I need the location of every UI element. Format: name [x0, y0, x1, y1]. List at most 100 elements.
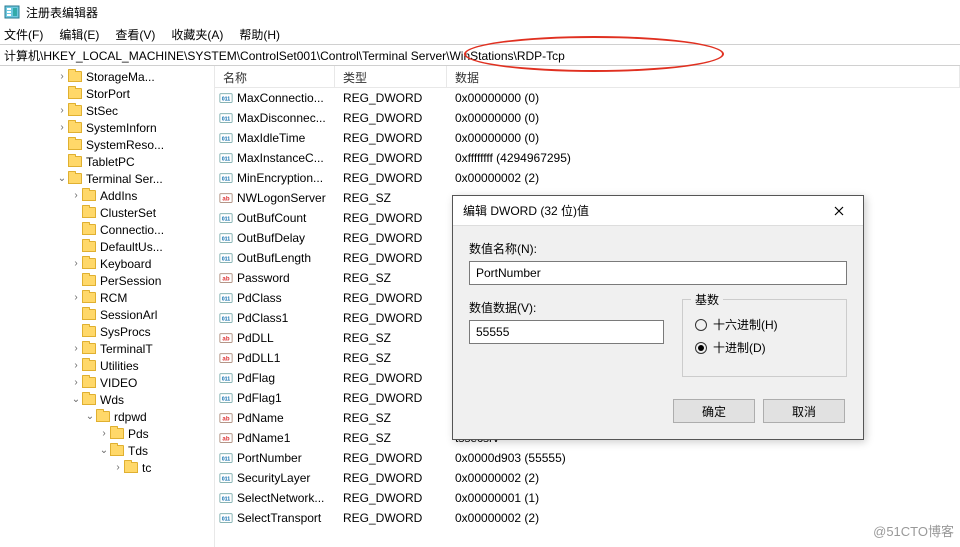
tree-item[interactable]: ›SystemInforn: [0, 119, 214, 136]
value-row[interactable]: 011SelectTransportREG_DWORD0x00000002 (2…: [215, 508, 960, 528]
value-type: REG_DWORD: [335, 371, 447, 385]
radix-title: 基数: [691, 291, 723, 308]
close-button[interactable]: [823, 199, 855, 223]
chevron-down-icon[interactable]: ⌄: [70, 394, 82, 405]
tree-item-label: RCM: [100, 291, 127, 305]
cancel-button[interactable]: 取消: [763, 399, 845, 423]
col-name[interactable]: 名称: [215, 66, 335, 87]
tree-item[interactable]: ⌄rdpwd: [0, 408, 214, 425]
value-row[interactable]: 011MinEncryption...REG_DWORD0x00000002 (…: [215, 168, 960, 188]
folder-icon: [68, 105, 82, 116]
tree-item[interactable]: ›ClusterSet: [0, 204, 214, 221]
tree-item[interactable]: ⌄ Terminal Ser...: [0, 170, 214, 187]
tree-item[interactable]: ›AddIns: [0, 187, 214, 204]
reg-string-icon: ab: [219, 331, 233, 345]
reg-binary-icon: 011: [219, 511, 233, 525]
tree-item[interactable]: ›DefaultUs...: [0, 238, 214, 255]
value-row[interactable]: 011SecurityLayerREG_DWORD0x00000002 (2): [215, 468, 960, 488]
value-data: 0x0000d903 (55555): [447, 451, 960, 465]
tree-item[interactable]: › TerminalT: [0, 340, 214, 357]
radix-hex-option[interactable]: 十六进制(H): [695, 316, 834, 333]
reg-string-icon: ab: [219, 271, 233, 285]
tree-item[interactable]: ›Pds: [0, 425, 214, 442]
tree-item[interactable]: ⌄Tds: [0, 442, 214, 459]
reg-binary-icon: 011: [219, 91, 233, 105]
tree-item[interactable]: ›Keyboard: [0, 255, 214, 272]
tree-item-label: Utilities: [100, 359, 139, 373]
value-type: REG_SZ: [335, 351, 447, 365]
menu-file[interactable]: 文件(F): [4, 26, 43, 43]
tree-item[interactable]: ›Connectio...: [0, 221, 214, 238]
svg-text:011: 011: [222, 237, 231, 243]
chevron-right-icon[interactable]: ›: [56, 71, 68, 82]
dialog-titlebar[interactable]: 编辑 DWORD (32 位)值: [453, 196, 863, 226]
reg-binary-icon: 011: [219, 251, 233, 265]
value-type: REG_DWORD: [335, 311, 447, 325]
reg-binary-icon: 011: [219, 131, 233, 145]
value-row[interactable]: 011MaxConnectio...REG_DWORD0x00000000 (0…: [215, 88, 960, 108]
value-row[interactable]: 011MaxIdleTimeREG_DWORD0x00000000 (0): [215, 128, 960, 148]
tree-item-label: TerminalT: [100, 342, 153, 356]
value-row[interactable]: 011MaxDisconnec...REG_DWORD0x00000000 (0…: [215, 108, 960, 128]
value-data: 0x00000000 (0): [447, 131, 960, 145]
chevron-right-icon[interactable]: ›: [70, 258, 82, 269]
chevron-right-icon[interactable]: ›: [70, 377, 82, 388]
value-name: PdDLL: [237, 331, 274, 345]
chevron-right-icon[interactable]: ›: [56, 122, 68, 133]
tree-item[interactable]: › Utilities: [0, 357, 214, 374]
tree-item[interactable]: › RCM: [0, 289, 214, 306]
chevron-right-icon[interactable]: ›: [70, 343, 82, 354]
ok-button[interactable]: 确定: [673, 399, 755, 423]
radix-dec-option[interactable]: 十进制(D): [695, 339, 834, 356]
chevron-down-icon[interactable]: ⌄: [84, 411, 96, 422]
col-type[interactable]: 类型: [335, 66, 447, 87]
svg-text:ab: ab: [222, 276, 229, 283]
tree-item-label: Wds: [100, 393, 124, 407]
list-header: 名称 类型 数据: [215, 66, 960, 88]
tree-item-label: Terminal Ser...: [86, 172, 163, 186]
folder-icon: [82, 394, 96, 405]
tree-item[interactable]: ›StSec: [0, 102, 214, 119]
chevron-right-icon[interactable]: ›: [70, 360, 82, 371]
value-name: PdDLL1: [237, 351, 280, 365]
folder-icon: [68, 88, 82, 99]
tree-panel[interactable]: ›StorageMa...›StorPort›StSec›SystemInfor…: [0, 66, 215, 547]
tree-item[interactable]: ›TabletPC: [0, 153, 214, 170]
reg-binary-icon: 011: [219, 151, 233, 165]
chevron-right-icon[interactable]: ›: [70, 292, 82, 303]
menu-view[interactable]: 查看(V): [115, 26, 155, 43]
chevron-down-icon[interactable]: ⌄: [56, 173, 68, 184]
value-data-label: 数值数据(V):: [469, 299, 664, 316]
chevron-right-icon[interactable]: ›: [56, 105, 68, 116]
chevron-down-icon[interactable]: ⌄: [98, 445, 110, 456]
tree-item[interactable]: ›PerSession: [0, 272, 214, 289]
tree-item[interactable]: ›StorPort: [0, 85, 214, 102]
chevron-right-icon[interactable]: ›: [70, 190, 82, 201]
menu-favorites[interactable]: 收藏夹(A): [171, 26, 223, 43]
value-type: REG_SZ: [335, 191, 447, 205]
col-data[interactable]: 数据: [447, 66, 960, 87]
reg-string-icon: ab: [219, 191, 233, 205]
tree-item[interactable]: ›SysProcs: [0, 323, 214, 340]
reg-string-icon: ab: [219, 351, 233, 365]
menu-help[interactable]: 帮助(H): [239, 26, 280, 43]
tree-item[interactable]: ›VIDEO: [0, 374, 214, 391]
address-bar[interactable]: 计算机\HKEY_LOCAL_MACHINE\SYSTEM\ControlSet…: [0, 44, 960, 66]
value-data-input[interactable]: [469, 320, 664, 344]
folder-icon: [82, 377, 96, 388]
tree-item[interactable]: ›tc: [0, 459, 214, 476]
value-name-input[interactable]: [469, 261, 847, 285]
value-row[interactable]: 011MaxInstanceC...REG_DWORD0xffffffff (4…: [215, 148, 960, 168]
value-row[interactable]: 011PortNumberREG_DWORD0x0000d903 (55555): [215, 448, 960, 468]
tree-item[interactable]: ›StorageMa...: [0, 68, 214, 85]
chevron-right-icon[interactable]: ›: [98, 428, 110, 439]
menu-edit[interactable]: 编辑(E): [59, 26, 99, 43]
value-type: REG_DWORD: [335, 391, 447, 405]
chevron-right-icon[interactable]: ›: [112, 462, 124, 473]
value-type: REG_SZ: [335, 271, 447, 285]
tree-item[interactable]: ›SystemReso...: [0, 136, 214, 153]
reg-binary-icon: 011: [219, 391, 233, 405]
value-row[interactable]: 011SelectNetwork...REG_DWORD0x00000001 (…: [215, 488, 960, 508]
tree-item[interactable]: ›SessionArl: [0, 306, 214, 323]
tree-item[interactable]: ⌄ Wds: [0, 391, 214, 408]
